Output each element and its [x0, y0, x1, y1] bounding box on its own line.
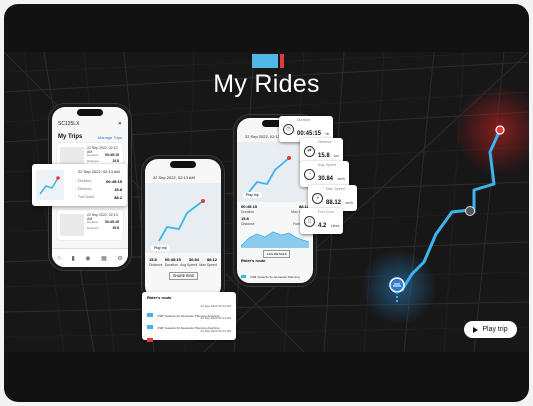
stats-row: 15.8 00:45:15 30.84 88.12	[149, 257, 217, 262]
play-trip-button[interactable]: Play trip	[151, 245, 170, 251]
fuel-icon: ▯	[304, 215, 315, 227]
home-icon[interactable]: ⌂	[57, 255, 61, 261]
speed-area-chart	[241, 231, 309, 248]
close-icon[interactable]: ✕	[118, 121, 122, 127]
center-icon[interactable]: ◉	[85, 255, 90, 262]
play-trip-button[interactable]: Play trip	[243, 192, 262, 198]
list-item[interactable]: FSB Cuxhafen Plan Center	[241, 272, 309, 283]
log-details-button[interactable]: LOG DETAILS	[263, 250, 291, 258]
promo-frame: My Rides SC125LX ✕ My Trips Manage Trips…	[4, 4, 529, 402]
route-icon: ⇄	[304, 145, 315, 157]
motorbike-marker	[389, 277, 405, 293]
speedometer-icon: ◔	[304, 168, 315, 180]
manage-trips-link[interactable]: Manage Trips	[98, 135, 122, 140]
trips-title: My Trips	[58, 134, 83, 140]
settings-icon[interactable]: ⚙	[117, 255, 122, 262]
clock-icon: ◷	[283, 123, 294, 135]
end-marker	[495, 125, 505, 135]
fuel-chip: ▯ Fuel Cons. 4.2 Litres	[300, 208, 344, 234]
share-ride-button[interactable]: SHARE RIDE	[169, 272, 199, 280]
gauge-icon: ◑	[312, 192, 323, 204]
play-trip-button[interactable]: Play trip	[464, 321, 517, 338]
play-icon	[473, 326, 479, 333]
tab-bar: ⌂ ▮ ◉ ▦ ⚙	[52, 248, 128, 267]
list-item[interactable]: FSB Cuxhafen Plan Center 22 Sep 2022 02:…	[147, 329, 231, 347]
trip-map[interactable]	[145, 183, 221, 253]
vehicle-label: SC125LX	[58, 121, 80, 127]
trip-map-thumbnail	[36, 170, 64, 200]
trip-map-thumbnail	[60, 214, 84, 236]
list-item[interactable]: 22 Sep 2022, 02:13 AM Duration 00:45:15 …	[57, 210, 123, 240]
title-accent	[252, 54, 284, 68]
waypoint-marker	[465, 206, 475, 216]
phone-trip-detail: 22 Sep 2022, 02:13 AM Play trip 15.8 00:…	[142, 156, 224, 302]
stats-icon[interactable]: ▮	[71, 255, 74, 262]
riders-route-sheet: Rider's route FSB Yesterde 6n Alexander …	[142, 292, 236, 343]
map-icon[interactable]: ▦	[101, 255, 107, 262]
avg-speed-chip: ◔ Avg. Speed 30.84 km/h	[300, 161, 350, 187]
page-title: My Rides	[213, 70, 320, 98]
trip-card-popup[interactable]: 22 Sep 2022, 02:13 AM Duration 00:45:15 …	[32, 164, 127, 206]
